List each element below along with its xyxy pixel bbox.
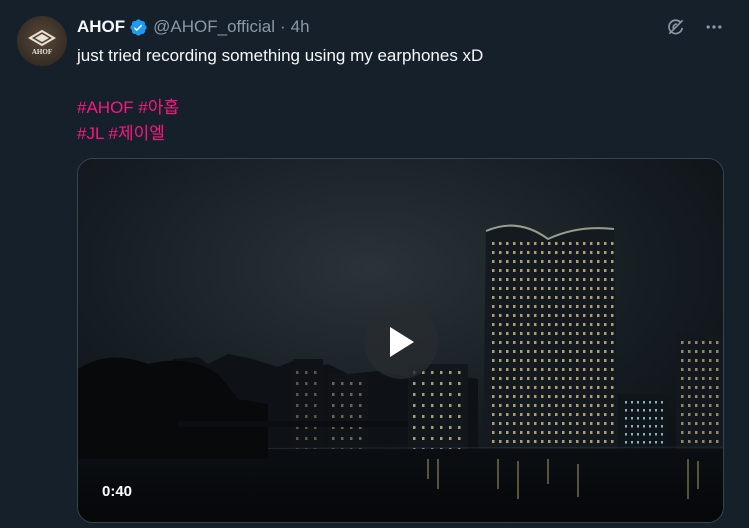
tweet-text-line: just tried recording something using my … [77,46,484,65]
hashtag-row: #JL #제이엘 [77,121,717,147]
verified-badge-icon[interactable] [129,18,148,37]
more-icon[interactable] [703,16,725,38]
video-player[interactable]: 0:40 [77,158,724,523]
hashtag-row: #AHOF #아홉 [77,95,717,121]
hashtag-link[interactable]: #제이엘 [109,124,165,143]
timestamp[interactable]: 4h [291,17,310,37]
tweet-text: just tried recording something using my … [77,43,717,147]
hashtag-link[interactable]: #아홉 [138,98,179,117]
hashtag-link[interactable]: #JL [77,124,104,143]
avatar[interactable]: AHOF [17,16,67,66]
svg-text:AHOF: AHOF [32,48,52,56]
video-duration: 0:40 [102,483,133,500]
tweet[interactable]: AHOF AHOF @AHOF_official · 4h just tried… [0,0,749,528]
play-icon [390,327,414,357]
tweet-header: AHOF @AHOF_official · 4h [77,16,310,38]
play-button[interactable] [364,305,438,379]
header-actions [665,16,725,38]
handle[interactable]: @AHOF_official [153,17,275,37]
hashtag-link[interactable]: #AHOF [77,98,134,117]
grok-icon[interactable] [665,16,687,38]
display-name[interactable]: AHOF [77,17,125,37]
separator: · [280,17,286,36]
ahof-logo: AHOF [28,29,56,56]
